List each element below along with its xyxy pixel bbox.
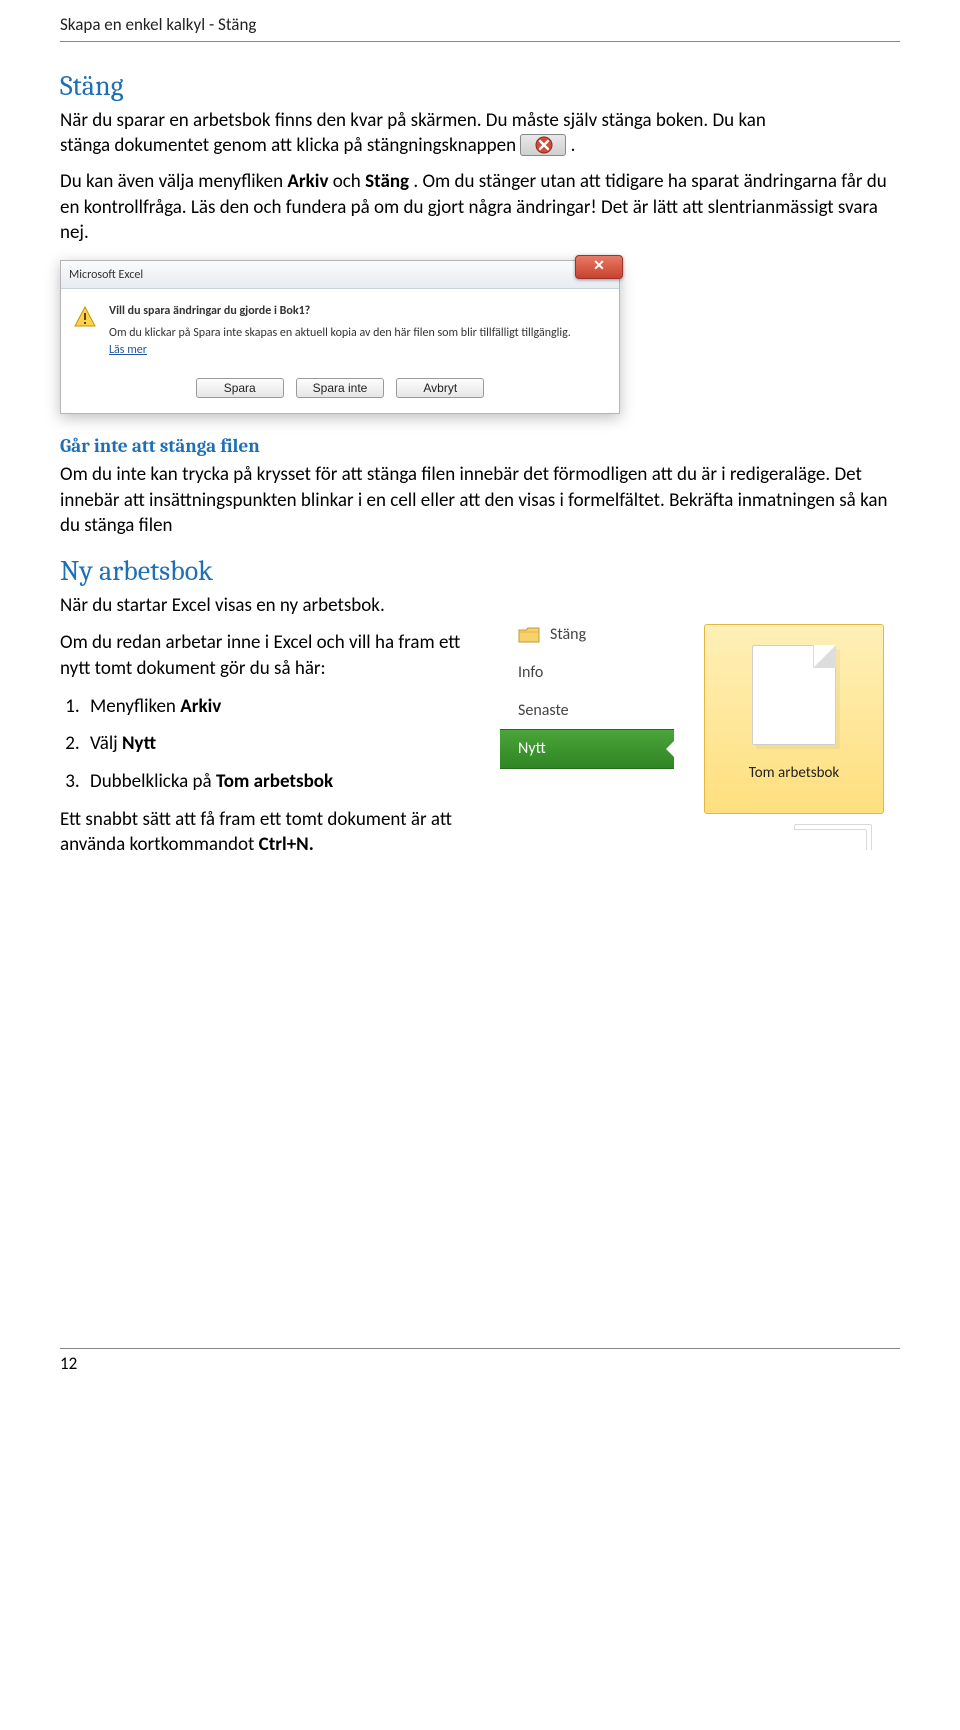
text-bold: Nytt [122, 732, 156, 755]
blank-workbook-tile[interactable]: Tom arbetsbok [704, 624, 884, 814]
nav-screenshot: Stäng Info Senaste Nytt Tom arbetsbok [504, 624, 900, 814]
paragraph: Du kan även välja menyfliken Arkiv och S… [60, 169, 900, 246]
text-bold: Ctrl+N. [259, 833, 314, 856]
nav-item-recent[interactable]: Senaste [504, 692, 674, 730]
text: stänga dokumentet genom att klicka på st… [60, 134, 520, 157]
text: Ett snabbt sätt att få fram ett tomt dok… [60, 808, 452, 857]
paragraph: När du startar Excel visas en ny arbetsb… [60, 593, 900, 619]
running-header: Skapa en enkel kalkyl - Stäng [60, 14, 900, 42]
dialog-titlebar: Microsoft Excel ✕ [61, 261, 619, 289]
document-icon [752, 645, 836, 745]
tile-label: Tom arbetsbok [749, 763, 839, 783]
list-item: Välj Nytt [84, 731, 480, 757]
text-bold: Stäng [365, 170, 409, 193]
read-more-link[interactable]: Läs mer [109, 343, 147, 357]
heading-stang: Stäng [60, 68, 900, 106]
list-item: Menyfliken Arkiv [84, 694, 480, 720]
paragraph: Ett snabbt sätt att få fram ett tomt dok… [60, 807, 480, 858]
text: Dubbelklicka på [90, 770, 216, 793]
text: och [333, 170, 365, 193]
text: När du sparar en arbetsbok finns den kva… [60, 109, 766, 132]
text-bold: Tom arbetsbok [216, 770, 333, 793]
list-item: Dubbelklicka på Tom arbetsbok [84, 769, 480, 795]
template-tile-partial [794, 824, 884, 850]
text: Välj [90, 732, 122, 755]
steps-list: Menyfliken Arkiv Välj Nytt Dubbelklicka … [84, 694, 480, 795]
paragraph: Om du redan arbetar inne i Excel och vil… [60, 630, 480, 681]
cancel-button[interactable]: Avbryt [396, 378, 484, 398]
nav-item-new[interactable]: Nytt [500, 729, 674, 769]
dialog-message: Vill du spara ändringar du gjorde i Bok1… [109, 303, 609, 319]
dialog-title-text: Microsoft Excel [69, 268, 143, 282]
dialog-buttons: Spara Spara inte Avbryt [61, 370, 619, 414]
heading-ny-arbetsbok: Ny arbetsbok [60, 553, 900, 591]
close-icon[interactable]: ✕ [575, 255, 623, 279]
dialog-screenshot: Microsoft Excel ✕ Vill du spara ändringa… [60, 260, 620, 414]
backstage-nav: Stäng Info Senaste Nytt [504, 624, 674, 814]
save-button[interactable]: Spara [196, 378, 284, 398]
close-window-icon [520, 134, 566, 156]
nav-item-info[interactable]: Info [504, 654, 674, 692]
dont-save-button[interactable]: Spara inte [296, 378, 384, 398]
text: Menyfliken [90, 695, 180, 718]
dialog-body: Vill du spara ändringar du gjorde i Bok1… [61, 289, 619, 370]
dialog-subtext: Om du klickar på Spara inte skapas en ak… [109, 325, 609, 341]
text-bold: Arkiv [180, 695, 221, 718]
paragraph: Om du inte kan trycka på krysset för att… [60, 462, 900, 539]
nav-item-close[interactable]: Stäng [504, 624, 674, 654]
nav-label: Stäng [550, 624, 586, 646]
text: . [571, 134, 576, 157]
text: Du kan även välja menyfliken [60, 170, 287, 193]
text-bold: Arkiv [287, 170, 328, 193]
warning-icon [73, 305, 97, 329]
page-number: 12 [60, 1348, 900, 1376]
paragraph: När du sparar en arbetsbok finns den kva… [60, 108, 900, 159]
subheading-cannot-close: Går inte att stänga filen [60, 434, 900, 460]
folder-icon [518, 626, 540, 644]
